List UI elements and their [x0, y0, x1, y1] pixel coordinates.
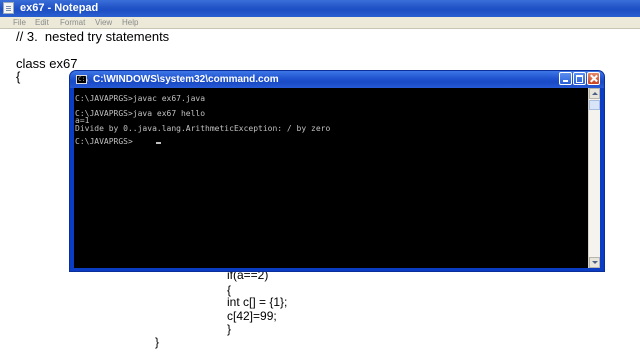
scroll-down-icon[interactable] [589, 257, 600, 268]
console-line: C:\JAVAPRGS> [75, 137, 133, 146]
menu-edit[interactable]: Edit [35, 17, 49, 28]
code-line-assign: c[42]=99; [227, 309, 277, 323]
console-line: Divide by 0..java.lang.ArithmeticExcepti… [75, 124, 331, 133]
command-window: C:\ C:\WINDOWS\system32\command.com C:\J… [70, 71, 604, 271]
command-titlebar[interactable]: C:\ C:\WINDOWS\system32\command.com [70, 71, 604, 88]
minimize-icon[interactable] [559, 72, 572, 85]
notepad-icon [3, 2, 14, 14]
menu-help[interactable]: Help [122, 17, 138, 28]
code-line-outer-brace-close: } [155, 335, 160, 349]
cmd-icon: C:\ [76, 75, 89, 84]
code-line-brace-close: } [227, 322, 232, 336]
scroll-up-icon[interactable] [589, 88, 600, 99]
notepad-title: ex67 - Notepad [20, 2, 99, 14]
maximize-icon[interactable] [573, 72, 586, 85]
cmd-icon-glyph: C:\ [78, 76, 89, 83]
console-line: C:\JAVAPRGS>javac ex67.java [75, 94, 206, 103]
menu-file[interactable]: File [13, 17, 26, 28]
scroll-thumb[interactable] [589, 100, 600, 110]
menu-view[interactable]: View [95, 17, 112, 28]
code-line-array: int c[] = {1}; [227, 295, 288, 309]
code-line-open-brace: { [16, 69, 21, 84]
notepad-titlebar[interactable]: ex67 - Notepad [0, 0, 640, 17]
code-line-comment: // 3. nested try statements [16, 29, 170, 44]
command-title: C:\WINDOWS\system32\command.com [93, 74, 279, 85]
code-line-class: class ex67 [16, 56, 78, 71]
vertical-scrollbar[interactable] [588, 88, 600, 268]
console-output[interactable]: C:\JAVAPRGS>javac ex67.java C:\JAVAPRGS>… [74, 88, 588, 268]
menu-format[interactable]: Format [60, 17, 85, 28]
notepad-menubar: File Edit Format View Help [0, 17, 640, 29]
close-icon[interactable] [587, 72, 600, 85]
console-line: C:\JAVAPRGS>java ex67 hello [75, 109, 206, 118]
text-cursor [156, 142, 161, 144]
